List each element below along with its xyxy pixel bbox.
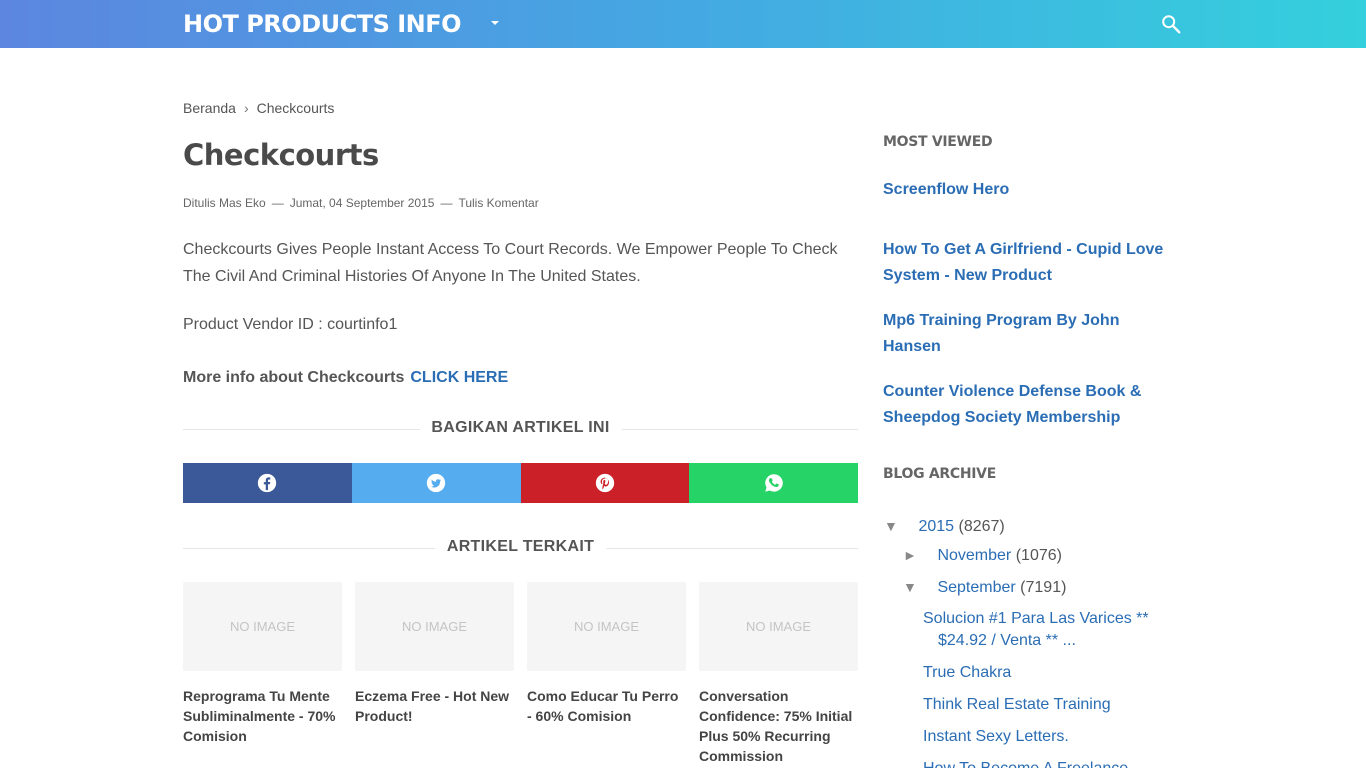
page-title: Checkcourts xyxy=(183,138,379,172)
related-thumbnail[interactable]: NO IMAGE xyxy=(699,582,858,671)
post-meta: Ditulis Mas Eko — Jumat, 04 September 2015… xyxy=(183,196,539,210)
archive-month[interactable]: ▼ September (7191) xyxy=(903,579,1066,597)
related-title[interactable]: Como Educar Tu Perro - 60% Comision xyxy=(527,686,686,726)
most-viewed-item[interactable]: Screenflow Hero xyxy=(883,177,1173,203)
archive-count: (7191) xyxy=(1020,579,1067,596)
whatsapp-share-button[interactable] xyxy=(689,463,858,503)
meta-separator: — xyxy=(440,196,453,210)
post-author[interactable]: Ditulis Mas Eko xyxy=(183,196,266,210)
archive-post-link[interactable]: Instant Sexy Letters. xyxy=(923,726,1168,748)
archive-post-link[interactable]: How To Become A Freelance... xyxy=(923,758,1168,768)
search-icon[interactable] xyxy=(1160,13,1182,35)
twitter-icon xyxy=(426,473,446,493)
post-date: Jumat, 04 September 2015 xyxy=(289,196,435,210)
related-card[interactable]: NO IMAGE Conversation Confidence: 75% In… xyxy=(699,582,858,766)
facebook-share-button[interactable] xyxy=(183,463,352,503)
archive-post-link[interactable]: Think Real Estate Training xyxy=(923,694,1168,716)
related-articles: NO IMAGE Reprograma Tu Mente Subliminalm… xyxy=(183,582,858,766)
expand-toggle-icon[interactable]: ► xyxy=(903,547,923,563)
site-logo[interactable]: HOT PRODUCTS INFO xyxy=(183,10,462,38)
archive-year[interactable]: ▼ 2015 (8267) xyxy=(884,518,1005,536)
archive-count: (8267) xyxy=(958,518,1005,535)
chevron-down-icon[interactable] xyxy=(489,17,501,29)
related-card[interactable]: NO IMAGE Reprograma Tu Mente Subliminalm… xyxy=(183,582,342,766)
share-heading-text: BAGIKAN ARTIKEL INI xyxy=(419,419,622,437)
archive-month-label[interactable]: November xyxy=(937,547,1011,564)
related-title[interactable]: Conversation Confidence: 75% Initial Plu… xyxy=(699,686,858,766)
breadcrumb: Beranda › Checkcourts xyxy=(183,100,334,116)
whatsapp-icon xyxy=(764,474,783,492)
most-viewed-item[interactable]: Counter Violence Defense Book & Sheepdog… xyxy=(883,379,1173,431)
archive-month-label[interactable]: September xyxy=(937,579,1015,596)
collapse-toggle-icon[interactable]: ▼ xyxy=(903,579,923,595)
share-bar xyxy=(183,463,858,503)
more-info: More info about Checkcourts CLICK HERE xyxy=(183,369,508,387)
site-header: HOT PRODUCTS INFO xyxy=(0,0,1366,48)
pinterest-icon xyxy=(595,473,615,493)
click-here-link[interactable]: CLICK HERE xyxy=(410,369,508,386)
blog-archive-heading: BLOG ARCHIVE xyxy=(883,466,996,482)
twitter-share-button[interactable] xyxy=(351,463,521,503)
comment-link[interactable]: Tulis Komentar xyxy=(458,196,538,210)
breadcrumb-current: Checkcourts xyxy=(256,100,335,116)
more-info-label: More info about Checkcourts xyxy=(183,369,405,386)
related-thumbnail[interactable]: NO IMAGE xyxy=(183,582,342,671)
archive-month[interactable]: ► November (1076) xyxy=(903,547,1062,565)
breadcrumb-separator: › xyxy=(243,100,249,116)
most-viewed-item[interactable]: Mp6 Training Program By John Hansen xyxy=(883,308,1173,360)
related-title[interactable]: Reprograma Tu Mente Subliminalmente - 70… xyxy=(183,686,342,746)
collapse-toggle-icon[interactable]: ▼ xyxy=(884,518,904,534)
vendor-id: Product Vendor ID : courtinfo1 xyxy=(183,316,398,333)
related-title[interactable]: Eczema Free - Hot New Product! xyxy=(355,686,514,726)
archive-post-link[interactable]: Solucion #1 Para Las Varices ** $24.92 /… xyxy=(923,608,1168,652)
archive-count: (1076) xyxy=(1015,547,1062,564)
breadcrumb-home-link[interactable]: Beranda xyxy=(183,100,236,116)
related-thumbnail[interactable]: NO IMAGE xyxy=(355,582,514,671)
meta-separator: — xyxy=(271,196,284,210)
related-heading: ARTIKEL TERKAIT xyxy=(183,538,858,558)
facebook-icon xyxy=(258,473,277,493)
most-viewed-item[interactable]: How To Get A Girlfriend - Cupid Love Sys… xyxy=(883,237,1173,289)
pinterest-share-button[interactable] xyxy=(520,463,690,503)
related-heading-text: ARTIKEL TERKAIT xyxy=(434,538,607,556)
related-thumbnail[interactable]: NO IMAGE xyxy=(527,582,686,671)
most-viewed-heading: MOST VIEWED xyxy=(883,134,993,150)
related-card[interactable]: NO IMAGE Eczema Free - Hot New Product! xyxy=(355,582,514,766)
post-body: Checkcourts Gives People Instant Access … xyxy=(183,241,838,285)
share-heading: BAGIKAN ARTIKEL INI xyxy=(183,419,858,439)
related-card[interactable]: NO IMAGE Como Educar Tu Perro - 60% Comi… xyxy=(527,582,686,766)
archive-post-link[interactable]: True Chakra xyxy=(923,662,1168,684)
archive-year-label[interactable]: 2015 xyxy=(918,518,954,535)
